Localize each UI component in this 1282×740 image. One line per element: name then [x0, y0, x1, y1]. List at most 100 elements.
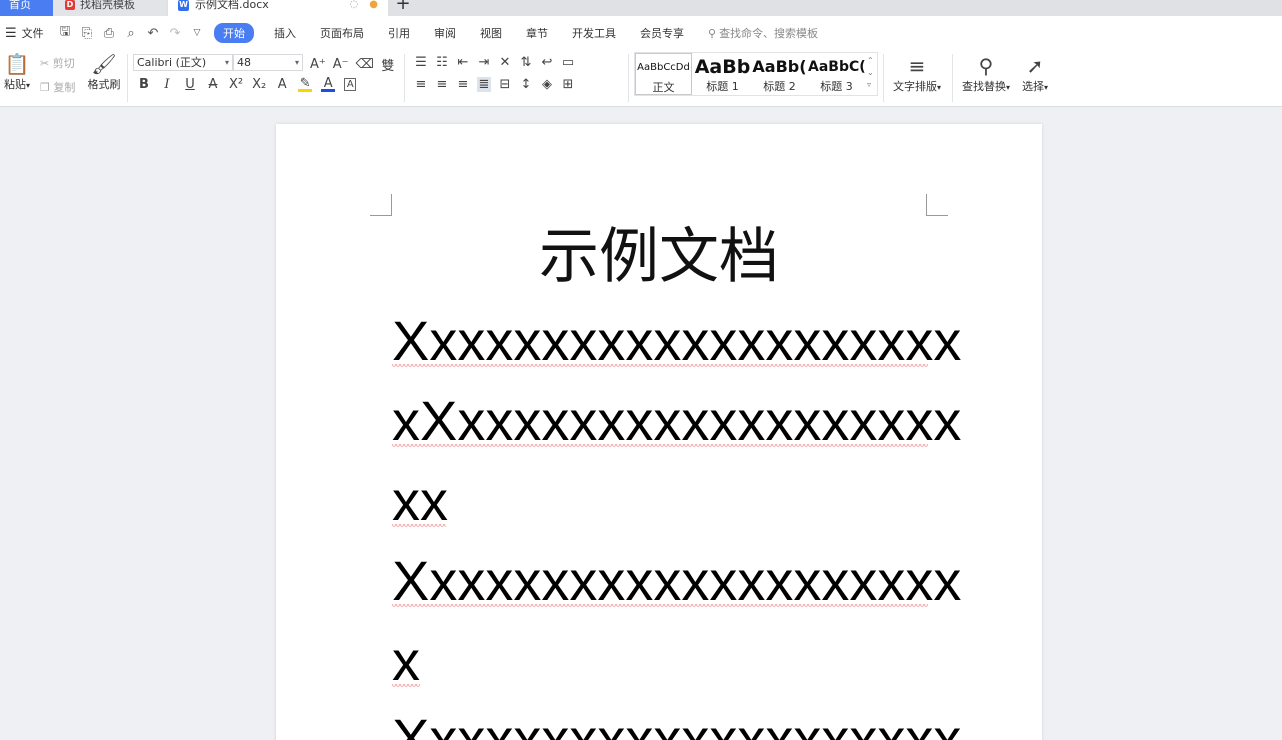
tab-page-layout[interactable]: 页面布局 — [308, 25, 376, 41]
clipboard-icon: 📋 — [4, 52, 30, 76]
print-icon[interactable]: ⎙ — [102, 26, 116, 41]
paste-button[interactable]: 📋 粘贴▾ — [2, 52, 32, 92]
document-page[interactable]: 示例文档 Xxxxxxxxxxxxxxxxxxxx xXxxxxxxxxxxxx… — [276, 124, 1042, 740]
line-spacing-icon[interactable]: ↕ — [519, 77, 533, 92]
body-line[interactable]: xx — [392, 470, 448, 532]
pin-icon[interactable]: ◌ — [350, 0, 359, 10]
text-layout-label: 文字排版 — [892, 80, 937, 93]
tab-view[interactable]: 视图 — [468, 25, 514, 41]
font-color-icon[interactable]: A — [321, 77, 336, 92]
style-normal[interactable]: AaBbCcDd 正文 — [635, 53, 692, 95]
format-painter-label: 格式刷 — [87, 78, 121, 91]
styles-gallery: AaBbCcDd 正文 AaBb 标题 1 AaBb( 标题 2 AaBbC( … — [634, 52, 878, 96]
tab-templates[interactable]: D 找稻壳模板 — [53, 0, 166, 16]
customize-qa-icon[interactable]: ▽ — [190, 28, 204, 38]
char-border-icon[interactable]: A — [344, 78, 357, 91]
distribute-icon[interactable]: ⊟ — [498, 77, 512, 92]
shading-icon[interactable]: ◈ — [540, 77, 554, 92]
select-label: 选择 — [1021, 80, 1044, 93]
align-right-icon[interactable]: ≡ — [456, 77, 470, 92]
select-button[interactable]: ➚ 选择▾ — [1019, 54, 1051, 94]
tab-document-label: 示例文档.docx — [195, 0, 269, 11]
search-icon: ⚲ — [708, 26, 717, 40]
font-size-select[interactable]: 48 ▾ — [233, 54, 303, 71]
text-effect-icon[interactable]: A — [275, 77, 289, 92]
bullet-list-icon[interactable]: ☰ — [414, 55, 428, 70]
justify-icon[interactable]: ≣ — [477, 77, 491, 92]
numbered-list-icon[interactable]: ☷ — [435, 55, 449, 70]
shrink-font-icon[interactable]: A⁻ — [333, 57, 349, 72]
body-line[interactable]: x — [392, 630, 420, 692]
font-name-value: Calibri (正文) — [137, 56, 207, 69]
unsaved-dot-icon: ● — [369, 0, 378, 10]
spell-error-underline — [392, 684, 420, 688]
style-heading-2[interactable]: AaBb( 标题 2 — [751, 53, 808, 95]
spell-error-underline — [392, 604, 928, 608]
italic-icon[interactable]: I — [160, 77, 174, 92]
redo-icon[interactable]: ↷ — [168, 26, 182, 41]
body-line[interactable]: xXxxxxxxxxxxxxxxxxxx — [392, 390, 961, 452]
style-heading-3[interactable]: AaBbC( 标题 3 — [808, 53, 865, 95]
spell-error-underline — [392, 524, 446, 528]
find-replace-button[interactable]: ⚲ 查找替换▾ — [960, 54, 1012, 94]
document-title[interactable]: 示例文档 — [276, 222, 1042, 292]
tab-start[interactable]: 开始 — [214, 23, 254, 43]
ribbon: 📋 粘贴▾ ✂ 剪切 ❐ 复制 🖌 格式刷 Calibri (正文) ▾ 48 ▾ … — [0, 50, 1282, 107]
align-left-icon[interactable]: ≡ — [414, 77, 428, 92]
chinese-layout-icon[interactable]: ✕ — [498, 55, 512, 70]
text-layout-button[interactable]: ≡ 文字排版▾ — [891, 54, 943, 94]
spell-error-underline — [392, 364, 928, 368]
underline-icon[interactable]: U — [183, 77, 197, 92]
show-marks-icon[interactable]: ↩ — [540, 55, 554, 70]
tab-insert[interactable]: 插入 — [262, 25, 308, 41]
style-heading-1[interactable]: AaBb 标题 1 — [694, 53, 751, 95]
margin-corner-mark — [926, 194, 948, 216]
tab-ruler-icon[interactable]: ▭ — [561, 55, 575, 70]
body-line[interactable]: Xxxxxxxxxxxxxxxxxxxx — [392, 708, 961, 740]
copy-button[interactable]: ❐ 复制 — [40, 79, 75, 95]
cursor-arrow-icon: ➚ — [1026, 54, 1044, 78]
phonetic-guide-icon[interactable]: 雙 — [381, 55, 395, 74]
grow-font-icon[interactable]: A⁺ — [310, 57, 326, 72]
save-icon[interactable]: 🖫 — [58, 22, 72, 44]
bold-icon[interactable]: B — [137, 77, 151, 92]
undo-icon[interactable]: ↶ — [146, 26, 160, 41]
tab-member[interactable]: 会员专享 — [628, 25, 696, 41]
clear-format-icon[interactable]: ⌫ — [356, 57, 374, 72]
font-name-select[interactable]: Calibri (正文) ▾ — [133, 54, 233, 71]
body-line[interactable]: Xxxxxxxxxxxxxxxxxxxx — [392, 550, 961, 612]
increase-indent-icon[interactable]: ⇥ — [477, 55, 491, 70]
command-search[interactable]: ⚲ 查找命令、搜索模板 — [708, 25, 818, 41]
sort-icon[interactable]: ⇅ — [519, 55, 533, 70]
highlight-icon[interactable]: ✎ — [298, 77, 313, 92]
tab-references[interactable]: 引用 — [376, 25, 422, 41]
borders-icon[interactable]: ⊞ — [561, 77, 575, 92]
tab-home-label: 首页 — [9, 0, 31, 11]
tab-home[interactable]: 首页 — [0, 0, 53, 16]
print-preview-icon[interactable]: ⌕ — [124, 26, 138, 41]
superscript-icon[interactable]: X² — [229, 77, 243, 92]
tab-chapter[interactable]: 章节 — [514, 25, 560, 41]
brush-icon: 🖌 — [91, 52, 117, 76]
file-menu[interactable]: ☰ 文件 — [0, 25, 52, 41]
word-doc-icon: W — [178, 0, 189, 11]
subscript-icon[interactable]: X₂ — [252, 77, 266, 92]
tab-developer[interactable]: 开发工具 — [560, 25, 628, 41]
font-size-value: 48 — [237, 56, 251, 69]
command-search-placeholder: 查找命令、搜索模板 — [719, 27, 819, 40]
new-tab-button[interactable]: + — [392, 0, 414, 16]
strikethrough-icon[interactable]: A — [206, 77, 220, 92]
find-replace-label: 查找替换 — [961, 80, 1006, 93]
export-pdf-icon[interactable]: ⎘ — [80, 26, 94, 41]
align-center-icon[interactable]: ≡ — [435, 77, 449, 92]
decrease-indent-icon[interactable]: ⇤ — [456, 55, 470, 70]
cut-button[interactable]: ✂ 剪切 — [40, 55, 75, 71]
copy-label: 复制 — [53, 81, 76, 94]
cut-label: 剪切 — [52, 57, 75, 70]
styles-scroll[interactable]: ⌃ ⌄ ▿ — [867, 55, 874, 91]
body-line[interactable]: Xxxxxxxxxxxxxxxxxxxx — [392, 310, 961, 372]
quick-access-toolbar: 🖫 ⎘ ⎙ ⌕ ↶ ↷ ▽ — [58, 22, 204, 44]
tab-document[interactable]: W 示例文档.docx ◌ ● — [168, 0, 388, 16]
format-painter-button[interactable]: 🖌 格式刷 — [86, 52, 122, 92]
tab-review[interactable]: 审阅 — [422, 25, 468, 41]
